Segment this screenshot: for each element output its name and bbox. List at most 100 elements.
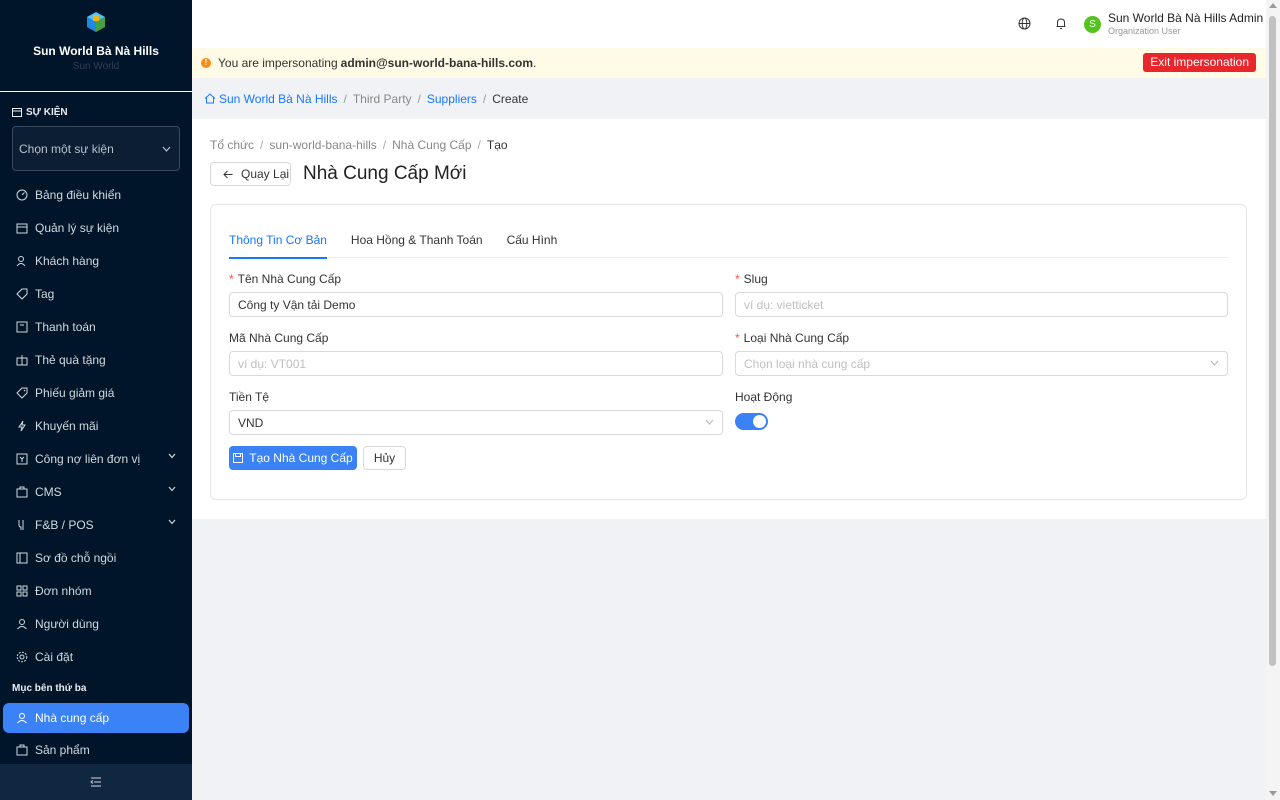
page-breadcrumb-org[interactable]: Tổ chức: [210, 138, 254, 152]
supplier-name-input[interactable]: Công ty Vận tải Demo: [229, 292, 723, 317]
breadcrumb-third-party: Third Party: [352, 91, 412, 106]
required-mark: *: [735, 331, 740, 345]
sidebar: Sun World Bà Nà Hills Sun World SỰ KIỆN …: [0, 0, 192, 800]
impersonation-suffix: .: [533, 56, 537, 70]
breadcrumb-separator: /: [482, 91, 487, 106]
sidebar-item-seat-map[interactable]: Sơ đồ chỗ ngồi: [0, 541, 192, 574]
calendar-icon: [16, 223, 28, 233]
sidebar-item-suppliers[interactable]: Nhà cung cấp: [3, 703, 189, 733]
home-icon[interactable]: [204, 93, 216, 104]
page-breadcrumb-section[interactable]: Nhà Cung Cấp: [392, 138, 471, 152]
sidebar-item-dashboard[interactable]: Bảng điều khiển: [0, 178, 192, 211]
globe-icon: [1018, 17, 1031, 30]
cancel-button[interactable]: Hủy: [363, 446, 406, 470]
chevron-down-icon: [168, 519, 176, 525]
sidebar-item-debt[interactable]: Công nợ liên đơn vị: [0, 442, 192, 475]
brand-subtitle: Sun World: [72, 61, 120, 72]
impersonation-text: You are impersonating: [218, 56, 338, 70]
payment-icon: [16, 321, 28, 332]
language-button[interactable]: [1018, 17, 1031, 30]
fnb-icon: [18, 519, 24, 530]
tab-configuration[interactable]: Cấu Hình: [507, 228, 558, 258]
scrollbar-thumb[interactable]: [1269, 16, 1276, 666]
customers-icon: [16, 255, 26, 266]
save-icon: [233, 453, 244, 463]
exit-impersonation-button[interactable]: Exit impersonation: [1143, 53, 1256, 72]
sidebar-item-fnb-pos[interactable]: F&B / POS: [0, 508, 192, 541]
topbar: S Sun World Bà Nà Hills Admin Organizati…: [192, 0, 1266, 48]
sidebar-item-payment[interactable]: Thanh toán: [0, 310, 192, 343]
user-role: Organization User: [1108, 26, 1181, 36]
brand: Sun World Bà Nà Hills Sun World: [0, 0, 192, 92]
bell-icon: [1056, 18, 1066, 29]
page-scrollbar[interactable]: [1266, 0, 1280, 800]
impersonation-banner: ! You are impersonating admin@sun-world-…: [192, 48, 1266, 78]
settings-icon: [16, 651, 28, 662]
back-button[interactable]: Quay Lại: [210, 162, 291, 186]
menu-fold-icon: [90, 777, 101, 787]
notifications-button[interactable]: [1055, 17, 1067, 30]
sidebar-item-gift-cards[interactable]: Thẻ quà tặng: [0, 343, 192, 376]
brand-logo-icon: [84, 10, 108, 34]
chevron-down-icon: [168, 453, 176, 459]
supplier-type-select[interactable]: Chọn loại nhà cung cấp: [735, 351, 1228, 376]
debt-icon: [16, 453, 28, 464]
sidebar-item-group-orders[interactable]: Đơn nhóm: [0, 574, 192, 607]
main-content: Tổ chức / sun-world-bana-hills / Nhà Cun…: [192, 119, 1266, 519]
scroll-down-arrow-icon[interactable]: [1269, 791, 1277, 796]
breadcrumb-separator: /: [343, 91, 347, 106]
user-icon: [17, 618, 27, 629]
page-title: Nhà Cung Cấp Mới: [303, 163, 467, 184]
sidebar-item-products[interactable]: Sản phẩm: [0, 733, 192, 766]
user-icon: [17, 713, 27, 724]
supplier-type-label: * Loại Nhà Cung Cấp: [735, 331, 850, 345]
event-select-placeholder: Chọn một sự kiện: [19, 141, 114, 156]
sidebar-item-settings[interactable]: Cài đặt: [0, 640, 192, 673]
seatmap-icon: [16, 552, 28, 563]
active-label: Hoạt Động: [735, 390, 793, 404]
sidebar-item-cms[interactable]: CMS: [0, 475, 192, 508]
required-mark: *: [735, 272, 740, 286]
breadcrumb-current: Create: [492, 91, 529, 106]
currency-select[interactable]: VND: [229, 410, 723, 435]
slug-input[interactable]: ví dụ: vietticket: [735, 292, 1228, 317]
chevron-down-icon: [168, 486, 176, 492]
group-order-icon: [16, 585, 28, 596]
third-party-section-label: Mục bên thứ ba: [12, 682, 87, 694]
supplier-type-placeholder: Chọn loại nhà cung cấp: [744, 356, 871, 371]
supplier-code-input[interactable]: ví dụ: VT001: [229, 351, 723, 376]
event-select[interactable]: Chọn một sự kiện: [12, 126, 180, 171]
avatar[interactable]: S: [1084, 16, 1101, 33]
sidebar-collapse-button[interactable]: [0, 764, 192, 800]
required-mark: *: [229, 272, 234, 286]
sidebar-item-users[interactable]: Người dùng: [0, 607, 192, 640]
sidebar-item-coupons[interactable]: Phiếu giảm giá: [0, 376, 192, 409]
promotion-icon: [18, 420, 26, 431]
cms-icon: [16, 486, 28, 497]
slug-label: * Slug: [735, 272, 768, 286]
tab-basic-info[interactable]: Thông Tin Cơ Bản: [229, 228, 327, 259]
back-button-label: Quay Lại: [241, 167, 290, 181]
tab-commission-payment[interactable]: Hoa Hồng & Thanh Toán: [351, 228, 483, 258]
breadcrumb-suppliers[interactable]: Suppliers: [427, 92, 477, 106]
sidebar-item-promotions[interactable]: Khuyến mãi: [0, 409, 192, 442]
breadcrumb-separator: /: [417, 91, 421, 106]
warning-icon: !: [201, 58, 211, 68]
chevron-down-icon: [1210, 360, 1219, 366]
dashboard-icon: [16, 189, 28, 200]
brand-name: Sun World Bà Nà Hills: [33, 44, 159, 58]
page-breadcrumb-current: Tạo: [486, 138, 508, 152]
sidebar-item-customers[interactable]: Khách hàng: [0, 244, 192, 277]
active-toggle[interactable]: [735, 413, 768, 430]
create-supplier-button[interactable]: Tạo Nhà Cung Cấp: [229, 446, 357, 470]
page-breadcrumb-slug[interactable]: sun-world-bana-hills: [269, 138, 376, 152]
sidebar-item-events[interactable]: Quản lý sự kiện: [0, 211, 192, 244]
breadcrumb-separator: /: [260, 138, 264, 152]
page-breadcrumb: Tổ chức / sun-world-bana-hills / Nhà Cun…: [210, 138, 508, 152]
scroll-up-arrow-icon[interactable]: [1269, 3, 1277, 8]
user-menu[interactable]: Sun World Bà Nà Hills Admin Organization…: [1108, 11, 1263, 36]
chevron-down-icon: [162, 146, 171, 152]
gift-icon: [16, 354, 28, 365]
sidebar-item-tag[interactable]: Tag: [0, 277, 192, 310]
breadcrumb-home[interactable]: Sun World Bà Nà Hills: [219, 92, 338, 106]
